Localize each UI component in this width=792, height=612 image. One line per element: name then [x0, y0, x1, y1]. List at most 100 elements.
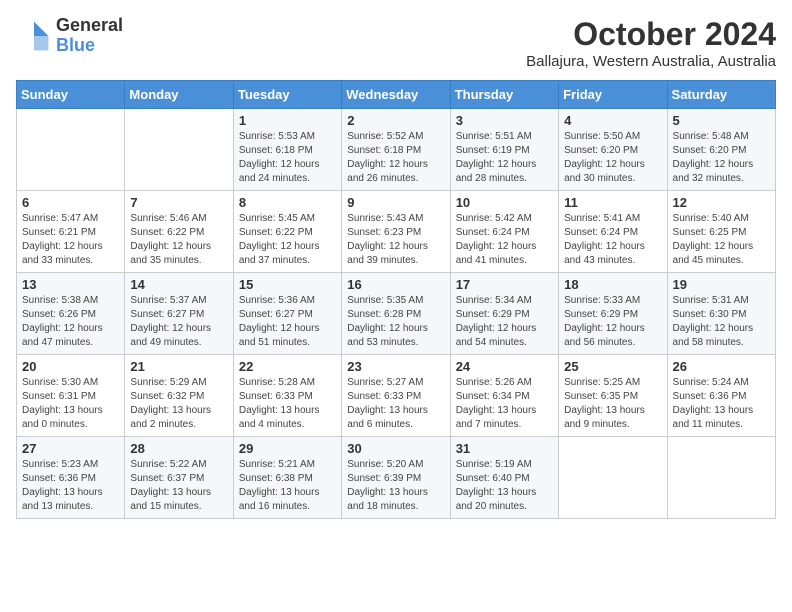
day-number: 7 — [130, 195, 227, 210]
day-info: Sunrise: 5:36 AM Sunset: 6:27 PM Dayligh… — [239, 294, 336, 350]
day-header-saturday: Saturday — [667, 81, 775, 109]
day-number: 14 — [130, 277, 227, 292]
day-cell: 31 Sunrise: 5:19 AM Sunset: 6:40 PM Dayli… — [450, 437, 558, 519]
day-cell — [17, 109, 125, 191]
day-cell: 24 Sunrise: 5:26 AM Sunset: 6:34 PM Dayli… — [450, 355, 558, 437]
week-row-5: 27 Sunrise: 5:23 AM Sunset: 6:36 PM Dayli… — [17, 437, 776, 519]
day-number: 11 — [564, 195, 661, 210]
day-cell: 25 Sunrise: 5:25 AM Sunset: 6:35 PM Dayli… — [559, 355, 667, 437]
day-cell: 11 Sunrise: 5:41 AM Sunset: 6:24 PM Dayli… — [559, 191, 667, 273]
day-cell: 2Sunrise: 5:52 AM Sunset: 6:18 PM Daylig… — [342, 109, 450, 191]
day-number: 30 — [347, 441, 444, 456]
day-info: Sunrise: 5:25 AM Sunset: 6:35 PM Dayligh… — [564, 376, 661, 432]
day-number: 15 — [239, 277, 336, 292]
day-number: 25 — [564, 359, 661, 374]
day-cell: 28 Sunrise: 5:22 AM Sunset: 6:37 PM Dayli… — [125, 437, 233, 519]
day-header-friday: Friday — [559, 81, 667, 109]
day-number: 23 — [347, 359, 444, 374]
day-info: Sunrise: 5:41 AM Sunset: 6:24 PM Dayligh… — [564, 212, 661, 268]
day-info: Sunrise: 5:53 AM Sunset: 6:18 PM Dayligh… — [239, 130, 336, 186]
day-cell: 17Sunrise: 5:34 AM Sunset: 6:29 PM Dayli… — [450, 273, 558, 355]
day-cell: 30 Sunrise: 5:20 AM Sunset: 6:39 PM Dayli… — [342, 437, 450, 519]
day-number: 12 — [673, 195, 770, 210]
day-info: Sunrise: 5:50 AM Sunset: 6:20 PM Dayligh… — [564, 130, 661, 186]
day-cell: 29Sunrise: 5:21 AM Sunset: 6:38 PM Dayli… — [233, 437, 341, 519]
day-cell — [125, 109, 233, 191]
logo-blue-text: Blue — [56, 36, 123, 56]
day-cell: 8 Sunrise: 5:45 AM Sunset: 6:22 PM Daylig… — [233, 191, 341, 273]
day-number: 24 — [456, 359, 553, 374]
day-info: Sunrise: 5:23 AM Sunset: 6:36 PM Dayligh… — [22, 458, 119, 514]
day-cell: 12Sunrise: 5:40 AM Sunset: 6:25 PM Dayli… — [667, 191, 775, 273]
day-info: Sunrise: 5:29 AM Sunset: 6:32 PM Dayligh… — [130, 376, 227, 432]
day-number: 27 — [22, 441, 119, 456]
day-cell: 9Sunrise: 5:43 AM Sunset: 6:23 PM Daylig… — [342, 191, 450, 273]
day-info: Sunrise: 5:31 AM Sunset: 6:30 PM Dayligh… — [673, 294, 770, 350]
day-number: 3 — [456, 113, 553, 128]
day-number: 20 — [22, 359, 119, 374]
week-row-1: 1Sunrise: 5:53 AM Sunset: 6:18 PM Daylig… — [17, 109, 776, 191]
day-number: 8 — [239, 195, 336, 210]
day-cell: 14 Sunrise: 5:37 AM Sunset: 6:27 PM Dayli… — [125, 273, 233, 355]
day-number: 18 — [564, 277, 661, 292]
day-cell: 22 Sunrise: 5:28 AM Sunset: 6:33 PM Dayli… — [233, 355, 341, 437]
day-cell — [667, 437, 775, 519]
day-info: Sunrise: 5:42 AM Sunset: 6:24 PM Dayligh… — [456, 212, 553, 268]
day-cell: 5 Sunrise: 5:48 AM Sunset: 6:20 PM Daylig… — [667, 109, 775, 191]
day-info: Sunrise: 5:43 AM Sunset: 6:23 PM Dayligh… — [347, 212, 444, 268]
day-info: Sunrise: 5:20 AM Sunset: 6:39 PM Dayligh… — [347, 458, 444, 514]
day-info: Sunrise: 5:19 AM Sunset: 6:40 PM Dayligh… — [456, 458, 553, 514]
day-number: 4 — [564, 113, 661, 128]
day-cell: 20 Sunrise: 5:30 AM Sunset: 6:31 PM Dayli… — [17, 355, 125, 437]
day-cell: 6 Sunrise: 5:47 AM Sunset: 6:21 PM Daylig… — [17, 191, 125, 273]
logo-general-text: General — [56, 16, 123, 36]
title-block: October 2024 Ballajura, Western Australi… — [526, 16, 776, 70]
calendar-header-row: SundayMondayTuesdayWednesdayThursdayFrid… — [17, 81, 776, 109]
day-cell: 21Sunrise: 5:29 AM Sunset: 6:32 PM Dayli… — [125, 355, 233, 437]
day-header-tuesday: Tuesday — [233, 81, 341, 109]
day-header-wednesday: Wednesday — [342, 81, 450, 109]
week-row-2: 6 Sunrise: 5:47 AM Sunset: 6:21 PM Daylig… — [17, 191, 776, 273]
page-header: General Blue October 2024 Ballajura, Wes… — [16, 16, 776, 70]
day-number: 31 — [456, 441, 553, 456]
week-row-4: 20 Sunrise: 5:30 AM Sunset: 6:31 PM Dayli… — [17, 355, 776, 437]
day-info: Sunrise: 5:38 AM Sunset: 6:26 PM Dayligh… — [22, 294, 119, 350]
day-info: Sunrise: 5:26 AM Sunset: 6:34 PM Dayligh… — [456, 376, 553, 432]
day-info: Sunrise: 5:24 AM Sunset: 6:36 PM Dayligh… — [673, 376, 770, 432]
day-header-monday: Monday — [125, 81, 233, 109]
day-info: Sunrise: 5:22 AM Sunset: 6:37 PM Dayligh… — [130, 458, 227, 514]
day-info: Sunrise: 5:45 AM Sunset: 6:22 PM Dayligh… — [239, 212, 336, 268]
day-cell: 27 Sunrise: 5:23 AM Sunset: 6:36 PM Dayli… — [17, 437, 125, 519]
day-info: Sunrise: 5:51 AM Sunset: 6:19 PM Dayligh… — [456, 130, 553, 186]
day-cell: 4 Sunrise: 5:50 AM Sunset: 6:20 PM Daylig… — [559, 109, 667, 191]
day-number: 29 — [239, 441, 336, 456]
day-info: Sunrise: 5:47 AM Sunset: 6:21 PM Dayligh… — [22, 212, 119, 268]
day-number: 5 — [673, 113, 770, 128]
logo-icon — [16, 18, 52, 54]
day-info: Sunrise: 5:27 AM Sunset: 6:33 PM Dayligh… — [347, 376, 444, 432]
day-cell: 3 Sunrise: 5:51 AM Sunset: 6:19 PM Daylig… — [450, 109, 558, 191]
day-info: Sunrise: 5:46 AM Sunset: 6:22 PM Dayligh… — [130, 212, 227, 268]
day-header-thursday: Thursday — [450, 81, 558, 109]
day-info: Sunrise: 5:48 AM Sunset: 6:20 PM Dayligh… — [673, 130, 770, 186]
day-cell: 1Sunrise: 5:53 AM Sunset: 6:18 PM Daylig… — [233, 109, 341, 191]
week-row-3: 13 Sunrise: 5:38 AM Sunset: 6:26 PM Dayli… — [17, 273, 776, 355]
month-title: October 2024 — [526, 16, 776, 53]
day-cell: 16Sunrise: 5:35 AM Sunset: 6:28 PM Dayli… — [342, 273, 450, 355]
day-number: 6 — [22, 195, 119, 210]
logo: General Blue — [16, 16, 123, 56]
day-number: 13 — [22, 277, 119, 292]
day-info: Sunrise: 5:52 AM Sunset: 6:18 PM Dayligh… — [347, 130, 444, 186]
location-text: Ballajura, Western Australia, Australia — [526, 53, 776, 70]
day-info: Sunrise: 5:37 AM Sunset: 6:27 PM Dayligh… — [130, 294, 227, 350]
day-number: 22 — [239, 359, 336, 374]
day-info: Sunrise: 5:30 AM Sunset: 6:31 PM Dayligh… — [22, 376, 119, 432]
day-info: Sunrise: 5:34 AM Sunset: 6:29 PM Dayligh… — [456, 294, 553, 350]
day-number: 10 — [456, 195, 553, 210]
day-cell: 18Sunrise: 5:33 AM Sunset: 6:29 PM Dayli… — [559, 273, 667, 355]
day-info: Sunrise: 5:28 AM Sunset: 6:33 PM Dayligh… — [239, 376, 336, 432]
day-cell: 15 Sunrise: 5:36 AM Sunset: 6:27 PM Dayli… — [233, 273, 341, 355]
day-number: 28 — [130, 441, 227, 456]
day-number: 19 — [673, 277, 770, 292]
day-info: Sunrise: 5:35 AM Sunset: 6:28 PM Dayligh… — [347, 294, 444, 350]
